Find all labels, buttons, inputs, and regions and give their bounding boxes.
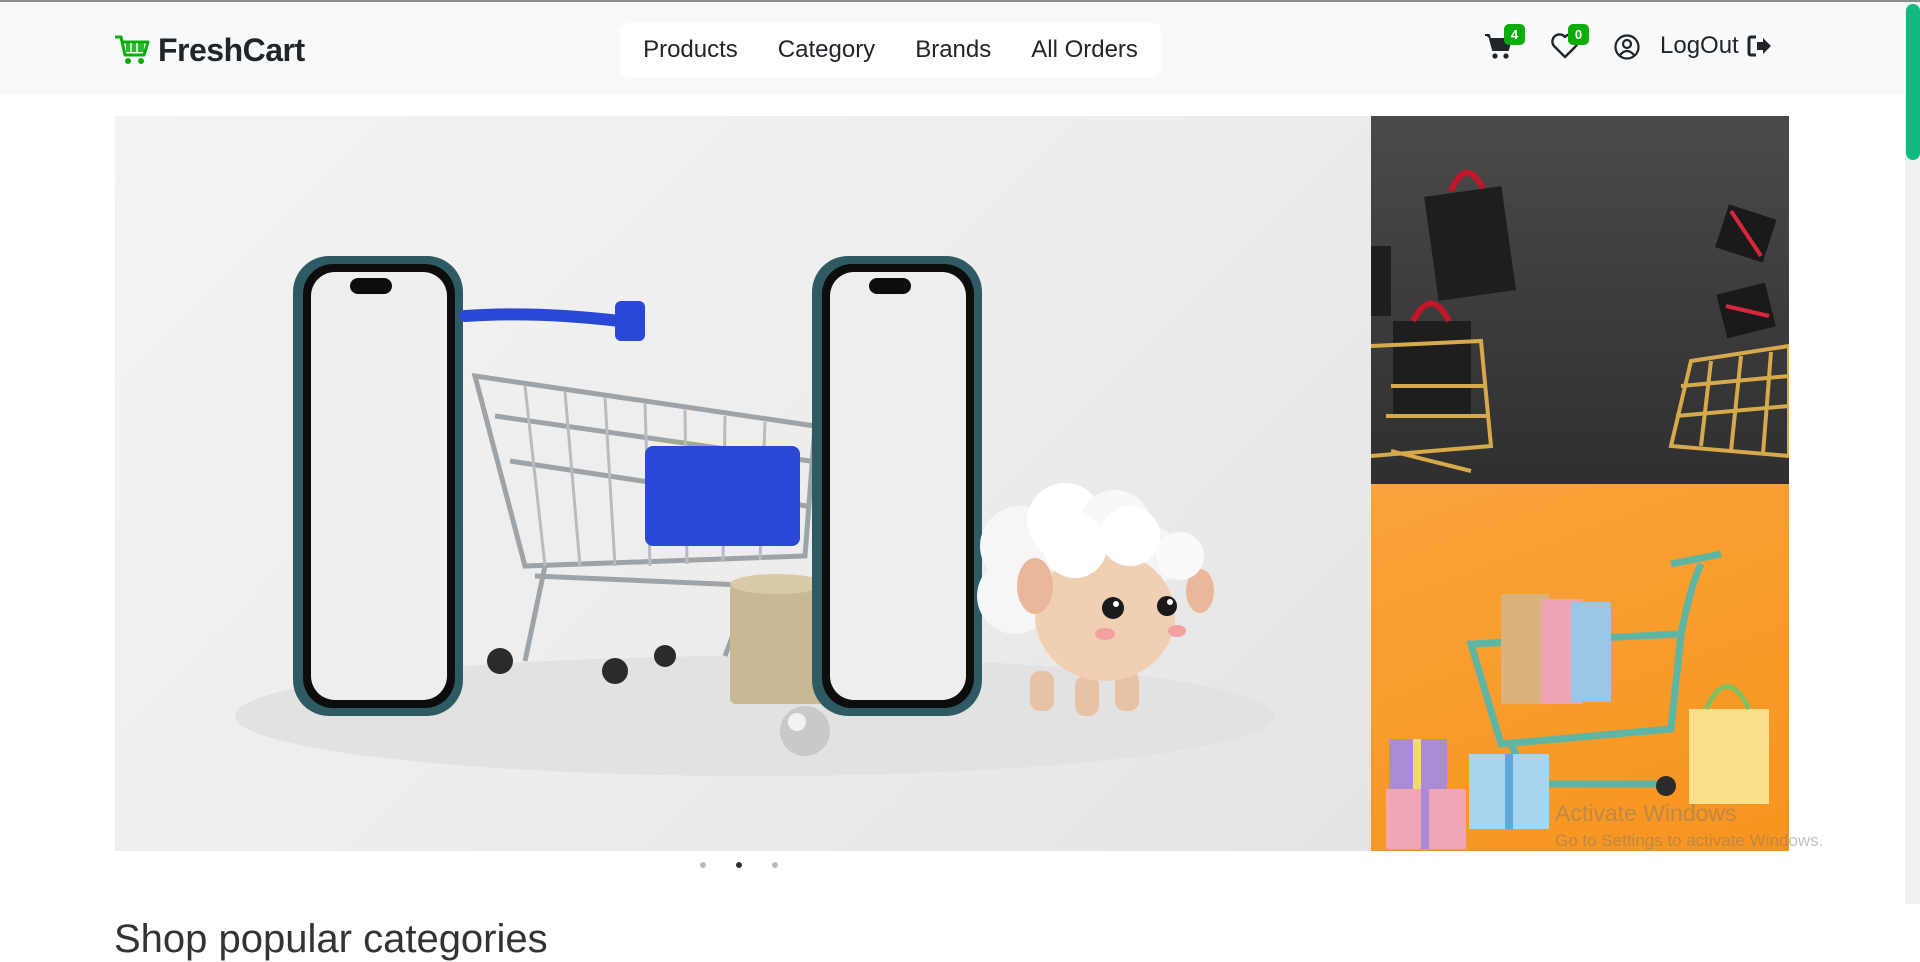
brand-logo[interactable]: FreshCart [114,30,305,70]
main-nav: Products Category Brands All Orders [620,23,1161,77]
nav-category[interactable]: Category [758,36,895,64]
nav-all-orders[interactable]: All Orders [1011,36,1158,64]
wishlist-button[interactable]: 0 [1551,24,1589,64]
scrollbar-thumb[interactable] [1906,4,1920,160]
slider-dots [700,862,778,868]
section-title: Shop popular categories [114,917,548,962]
gift-bags-illustration [1371,169,1789,473]
cart-button[interactable]: 4 [1484,24,1525,65]
logout-icon [1747,35,1771,57]
cart-gifts-illustration [1386,550,1769,849]
logout-label: LogOut [1660,32,1739,59]
watermark-line2: Go to Settings to activate Windows. [1555,831,1824,850]
nav-brands[interactable]: Brands [895,36,1011,64]
activate-windows-watermark: Activate Windows Go to Settings to activ… [1555,800,1823,851]
brand-name: FreshCart [158,31,305,68]
phones-cart-illustration [235,256,1275,776]
wishlist-count-badge: 0 [1568,24,1589,45]
slider-dot-3[interactable] [772,862,778,868]
side-banner-bottom[interactable] [1371,484,1789,851]
shopping-cart-icon [115,35,150,64]
main-slider-image[interactable] [115,116,1371,851]
navbar: FreshCart Products Category Brands All O… [0,2,1905,95]
slider-dot-2[interactable] [736,862,742,868]
user-circle-icon [1614,34,1640,60]
profile-button[interactable] [1614,34,1640,65]
slider-dot-1[interactable] [700,862,706,868]
side-banner-top[interactable] [1371,116,1789,484]
watermark-line1: Activate Windows [1555,800,1737,826]
logout-button[interactable]: LogOut [1660,32,1773,60]
cart-count-badge: 4 [1504,24,1525,45]
nav-products[interactable]: Products [623,36,758,64]
